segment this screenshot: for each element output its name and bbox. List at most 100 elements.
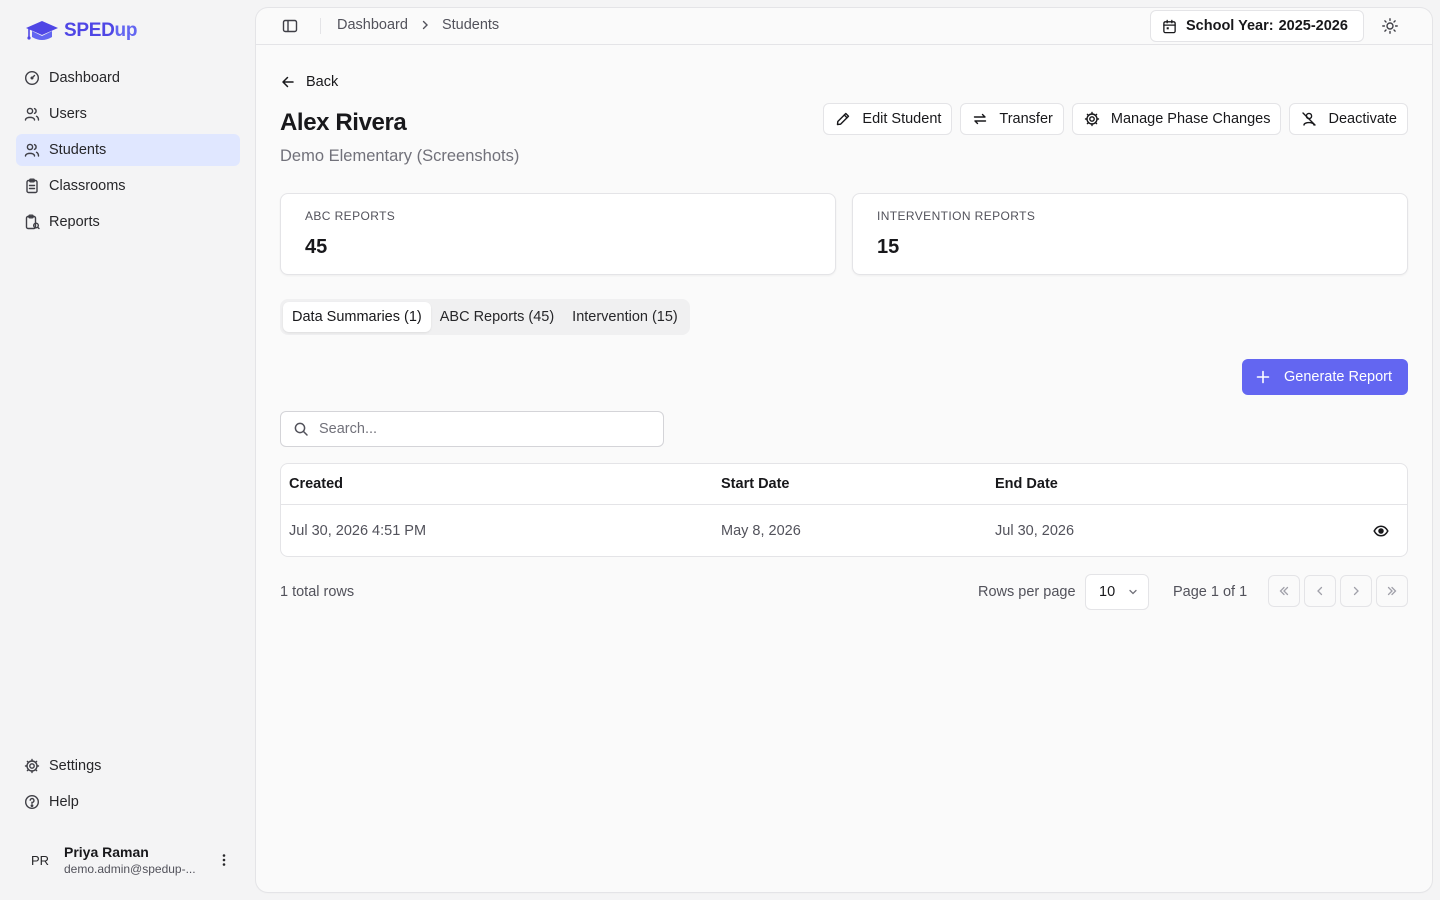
manage-phase-changes-button[interactable]: Manage Phase Changes <box>1071 103 1282 135</box>
school-name: Demo Elementary (Screenshots) <box>280 147 520 165</box>
data-summaries-table: Created Start Date End Date Jul 30, 2026… <box>280 463 1408 557</box>
user-info: Priya Raman demo.admin@spedup-... <box>64 844 216 876</box>
eye-icon[interactable] <box>1373 523 1389 539</box>
sidebar-item-settings[interactable]: Settings <box>16 750 240 782</box>
action-bar: Edit Student Transfer Manage Phase Chang… <box>823 103 1408 135</box>
tab-list: Data Summaries (1) ABC Reports (45) Inte… <box>280 299 690 335</box>
breadcrumb-students[interactable]: Students <box>442 17 499 33</box>
generate-report-label: Generate Report <box>1284 369 1393 385</box>
rows-per-page-select[interactable]: 10 <box>1085 574 1149 610</box>
chevrons-right-icon <box>1385 584 1399 598</box>
last-page-button[interactable] <box>1376 575 1408 607</box>
column-header-start-date[interactable]: Start Date <box>721 476 790 492</box>
more-vertical-icon[interactable] <box>216 852 232 868</box>
plus-icon <box>1256 370 1270 384</box>
logo-text: SPEDup <box>64 20 138 41</box>
user-profile[interactable]: PR Priya Raman demo.admin@spedup-... <box>16 838 240 882</box>
sidebar-nav: Dashboard Users Students Classrooms Repo… <box>16 62 240 242</box>
previous-page-button[interactable] <box>1304 575 1336 607</box>
users-icon <box>24 142 40 158</box>
chevrons-left-icon <box>1277 584 1291 598</box>
tab-data-summaries[interactable]: Data Summaries (1) <box>283 302 431 332</box>
sun-icon[interactable] <box>1381 17 1399 35</box>
table-row[interactable]: Jul 30, 2026 4:51 PM May 8, 2026 Jul 30,… <box>281 505 1407 556</box>
deactivate-button[interactable]: Deactivate <box>1289 103 1408 135</box>
cell-created: Jul 30, 2026 4:51 PM <box>289 523 427 539</box>
calendar-icon <box>1162 19 1177 34</box>
edit-student-label: Edit Student <box>862 111 942 127</box>
cell-end-date: Jul 30, 2026 <box>995 523 1075 539</box>
report-icon <box>24 214 40 230</box>
sidebar-item-reports[interactable]: Reports <box>16 206 240 238</box>
sidebar-bottom-nav: Settings Help <box>16 750 240 822</box>
search-icon <box>293 421 309 437</box>
sidebar-item-label: Classrooms <box>49 178 126 194</box>
sidebar-item-dashboard[interactable]: Dashboard <box>16 62 240 94</box>
users-icon <box>24 106 40 122</box>
sidebar-item-label: Dashboard <box>49 70 120 86</box>
tab-abc-reports[interactable]: ABC Reports (45) <box>431 302 563 332</box>
gear-icon <box>24 758 40 774</box>
search-box <box>280 411 664 447</box>
gauge-icon <box>24 70 40 86</box>
user-email: demo.admin@spedup-... <box>64 862 196 876</box>
abc-reports-label: ABC REPORTS <box>305 209 396 223</box>
intervention-reports-count: 15 <box>877 236 900 258</box>
arrow-left-icon <box>280 74 296 90</box>
graduation-cap-icon <box>24 18 60 44</box>
generate-report-button[interactable]: Generate Report <box>1242 359 1408 395</box>
school-year-button[interactable]: School Year: 2025-2026 <box>1150 10 1364 42</box>
table-header: Created Start Date End Date <box>281 464 1407 505</box>
abc-reports-count: 45 <box>305 236 328 258</box>
sidebar-item-classrooms[interactable]: Classrooms <box>16 170 240 202</box>
pencil-icon <box>835 111 851 127</box>
breadcrumb-dashboard[interactable]: Dashboard <box>337 17 408 33</box>
edit-student-button[interactable]: Edit Student <box>823 103 953 135</box>
top-bar: Dashboard Students School Year: 2025-202… <box>256 8 1432 45</box>
rows-per-page-label: Rows per page <box>978 584 1076 600</box>
transfer-icon <box>972 111 988 127</box>
next-page-button[interactable] <box>1340 575 1372 607</box>
intervention-reports-label: INTERVENTION REPORTS <box>877 209 1036 223</box>
sidebar-item-help[interactable]: Help <box>16 786 240 818</box>
help-circle-icon <box>24 794 40 810</box>
breadcrumb: Dashboard Students <box>337 17 499 33</box>
tab-intervention[interactable]: Intervention (15) <box>563 302 687 332</box>
sidebar-item-users[interactable]: Users <box>16 98 240 130</box>
search-input[interactable] <box>319 421 639 437</box>
sidebar-item-label: Users <box>49 106 87 122</box>
school-year-value: 2025-2026 <box>1278 18 1348 34</box>
back-link[interactable]: Back <box>280 74 338 90</box>
user-name: Priya Raman <box>64 844 149 860</box>
logo[interactable]: SPEDup <box>24 18 137 44</box>
transfer-button[interactable]: Transfer <box>960 103 1064 135</box>
column-header-created[interactable]: Created <box>289 476 343 492</box>
sidebar-item-label: Help <box>49 794 79 810</box>
abc-reports-card: ABC REPORTS 45 <box>280 193 836 275</box>
rows-per-page-value: 10 <box>1099 584 1116 600</box>
cell-start-date: May 8, 2026 <box>721 523 801 539</box>
clipboard-icon <box>24 178 40 194</box>
manage-phase-label: Manage Phase Changes <box>1110 111 1271 127</box>
page-title: Alex Rivera <box>280 109 407 136</box>
chevron-down-icon <box>1127 586 1139 598</box>
user-x-icon <box>1301 111 1317 127</box>
back-label: Back <box>306 74 339 90</box>
sidebar-item-label: Students <box>49 142 107 158</box>
gear-icon <box>1084 111 1100 127</box>
sidebar-item-students[interactable]: Students <box>16 134 240 166</box>
column-header-end-date[interactable]: End Date <box>995 476 1058 492</box>
chevron-right-icon <box>1349 584 1363 598</box>
sidebar: SPEDup Dashboard Users Students Classroo… <box>0 0 256 900</box>
sidebar-item-label: Reports <box>49 214 100 230</box>
avatar: PR <box>30 852 50 868</box>
intervention-reports-card: INTERVENTION REPORTS 15 <box>852 193 1408 275</box>
first-page-button[interactable] <box>1268 575 1300 607</box>
chevron-right-icon <box>418 18 432 32</box>
school-year-label: School Year: <box>1186 18 1274 34</box>
page-info: Page 1 of 1 <box>1173 584 1248 600</box>
total-rows: 1 total rows <box>280 584 355 600</box>
chevron-left-icon <box>1313 584 1327 598</box>
sidebar-toggle-icon[interactable] <box>282 18 298 34</box>
transfer-label: Transfer <box>999 111 1053 127</box>
